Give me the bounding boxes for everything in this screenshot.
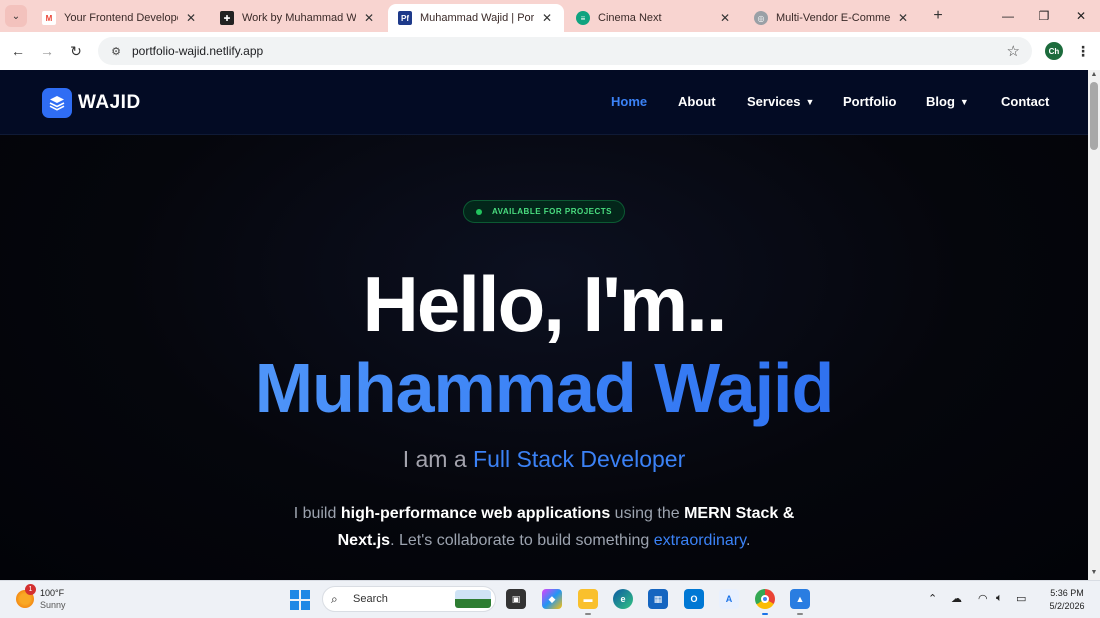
notification-badge: 1 [25, 584, 36, 595]
status-dot-icon [475, 208, 482, 215]
nav-label: Blog [926, 94, 955, 109]
tab-search-button[interactable]: ⌄ [0, 0, 32, 32]
nav-label: Contact [1001, 94, 1050, 109]
close-window-icon[interactable]: ✕ [1063, 0, 1099, 32]
battery-icon[interactable]: ▭ [1016, 592, 1026, 605]
site-info-icon[interactable]: ⚙ [104, 45, 128, 58]
nav-blog[interactable]: Blog ▼ [926, 94, 969, 109]
task-view-icon[interactable]: ▣ [506, 589, 526, 609]
nav-contact[interactable]: Contact [1001, 94, 1049, 109]
tab-close-icon[interactable]: ✕ [362, 11, 376, 25]
portfolio-icon: Pf [398, 11, 412, 25]
app-icon[interactable]: A [719, 589, 739, 609]
weather-temp: 100°F [40, 588, 65, 598]
photos-icon[interactable]: ▲ [790, 589, 810, 615]
chevron-down-icon: ⌄ [5, 5, 27, 27]
file-explorer-icon[interactable]: ▬ [578, 589, 598, 615]
clock-date: 5/2/2026 [1049, 601, 1085, 611]
nav-about[interactable]: About [678, 94, 716, 109]
browser-tab[interactable]: ✚ Work by Muhammad Wajid ✕ [210, 4, 386, 32]
copilot-icon[interactable]: ◆ [542, 589, 562, 609]
address-bar[interactable]: ⚙ portfolio-wajid.netlify.app ☆ [98, 37, 1032, 65]
onedrive-icon[interactable]: ☁ [951, 592, 962, 605]
nav-label: About [678, 94, 716, 109]
windows-start-icon[interactable] [290, 590, 310, 610]
browser-tab-strip: ⌄ M Your Frontend Developer (Re ✕ ✚ Work… [0, 0, 1100, 32]
globe-icon: ◎ [754, 11, 768, 25]
hero-name: Muhammad Wajid [0, 348, 1088, 428]
chevron-down-icon: ▼ [959, 96, 969, 107]
browser-toolbar: ← → ↻ ⚙ portfolio-wajid.netlify.app ☆ [0, 32, 1100, 70]
browser-tab[interactable]: ≡ Cinema Next ✕ [566, 4, 742, 32]
scrollbar-thumb[interactable] [1090, 82, 1098, 150]
site-logo[interactable]: WAJID [42, 88, 141, 118]
tab-close-icon[interactable]: ✕ [718, 11, 732, 25]
page-scrollbar[interactable]: ▲ ▼ [1088, 70, 1100, 580]
layers-icon [42, 88, 72, 118]
nav-label: Home [611, 94, 648, 109]
desc-highlight: extraordinary [653, 532, 746, 549]
hero-role: I am a Full Stack Developer [0, 446, 1088, 473]
desc-text: using the [614, 505, 680, 522]
tab-close-icon[interactable]: ✕ [184, 11, 198, 25]
search-highlight-image [455, 590, 491, 608]
nav-services[interactable]: Services ▼ [747, 94, 814, 109]
restore-icon[interactable]: ❐ [1026, 0, 1062, 32]
reload-icon[interactable]: ↻ [66, 41, 86, 61]
desc-text: . Let's collaborate to build something [390, 532, 650, 549]
minimize-icon[interactable]: — [990, 0, 1026, 32]
edge-icon[interactable]: e [613, 589, 633, 609]
logo-text: WAJID [78, 92, 141, 113]
hero-greeting: Hello, I'm.. [362, 260, 728, 348]
system-clock[interactable]: 5:36 PM 5/2/2026 [1042, 587, 1092, 613]
search-placeholder: Search [353, 593, 388, 605]
store-icon[interactable]: ▦ [648, 589, 668, 609]
browser-menu-icon[interactable]: ⋮ [1076, 42, 1090, 60]
badge-text: AVAILABLE FOR PROJECTS [491, 207, 613, 216]
clock-time: 5:36 PM [1050, 588, 1084, 598]
volume-icon[interactable]: 🔈︎ [996, 592, 1003, 605]
scroll-down-icon[interactable]: ▼ [1088, 568, 1100, 578]
browser-tab[interactable]: M Your Frontend Developer (Re ✕ [32, 4, 208, 32]
role-prefix: I am a [402, 446, 467, 472]
hero-description: I build high-performance web application… [280, 500, 808, 554]
chevron-up-icon[interactable]: ⌃ [928, 592, 937, 605]
new-tab-icon[interactable]: + [928, 6, 948, 26]
chevron-down-icon: ▼ [805, 96, 815, 107]
bookmark-star-icon[interactable]: ☆ [1007, 42, 1020, 60]
weather-desc: Sunny [40, 600, 66, 610]
taskbar-search[interactable]: ⌕ Search [322, 586, 496, 612]
nav-label: Portfolio [843, 94, 897, 109]
desc-text: . [745, 532, 751, 549]
nav-portfolio[interactable]: Portfolio [843, 94, 896, 109]
nav-label: Services [747, 94, 801, 109]
tab-close-icon[interactable]: ✕ [896, 11, 910, 25]
gmail-icon: M [42, 11, 56, 25]
browser-tab-active[interactable]: Pf Muhammad Wajid | Portfolio ✕ [388, 4, 564, 32]
search-icon: ⌕ [331, 591, 338, 606]
url-text[interactable]: portfolio-wajid.netlify.app [132, 44, 263, 58]
taskbar: 1 100°F Sunny ⌕ Search ▣ ◆ ▬ e ▦ O A ▲ ⌃… [0, 580, 1100, 618]
work-site-icon: ✚ [220, 11, 234, 25]
nav-home[interactable]: Home [611, 94, 647, 109]
chrome-icon[interactable] [755, 589, 775, 615]
outlook-icon[interactable]: O [684, 589, 704, 609]
tab-close-icon[interactable]: ✕ [540, 11, 554, 25]
cinema-icon: ≡ [576, 11, 590, 25]
site-header: WAJID Home About Services ▼ Portfolio Blo… [0, 70, 1088, 135]
weather-text: 100°F Sunny [40, 587, 66, 611]
browser-tab[interactable]: ◎ Multi-Vendor E-Commerce P ✕ [744, 4, 920, 32]
role-highlight: Full Stack Developer [473, 446, 686, 472]
profile-avatar[interactable]: Ch [1045, 42, 1063, 60]
scroll-up-icon[interactable]: ▲ [1088, 70, 1100, 80]
availability-badge: AVAILABLE FOR PROJECTS [463, 200, 625, 223]
back-icon[interactable]: ← [8, 41, 28, 61]
sun-icon: 1 [16, 584, 36, 608]
forward-icon[interactable]: → [37, 41, 57, 61]
desc-text: I build [293, 505, 337, 522]
weather-widget[interactable]: 1 100°F Sunny [16, 584, 66, 611]
wifi-icon[interactable]: ◠ [978, 592, 988, 605]
page-viewport: WAJID Home About Services ▼ Portfolio Blo… [0, 70, 1088, 580]
desc-bold: high-performance web applications [340, 505, 611, 522]
